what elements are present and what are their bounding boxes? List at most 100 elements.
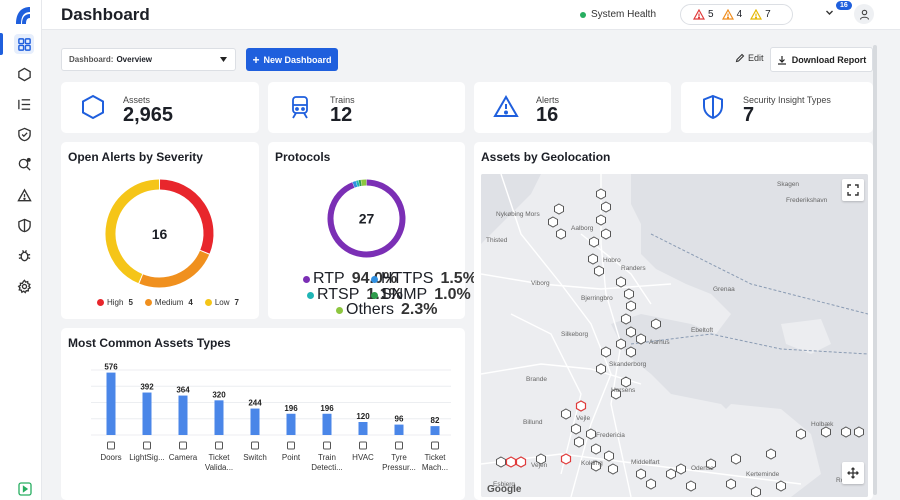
map-canvas[interactable]: Skagen Frederikshavn Nykøbing Mors Thist… [481, 174, 868, 497]
stat-card-alerts[interactable]: Alerts 16 [474, 82, 671, 133]
asset-marker[interactable] [596, 188, 606, 200]
alert-summary-pill[interactable]: 5 4 7 [680, 4, 793, 25]
asset-marker[interactable] [604, 450, 614, 462]
asset-marker[interactable] [796, 428, 806, 440]
asset-marker[interactable] [601, 201, 611, 213]
severity-donut-chart[interactable]: 16 [102, 176, 217, 291]
edit-button[interactable]: Edit [735, 53, 764, 63]
severity-medium-segment[interactable] [139, 250, 210, 288]
asset-marker[interactable] [561, 408, 571, 420]
legend-high[interactable]: High 5 [97, 298, 133, 307]
sidebar-item-assets[interactable] [14, 64, 34, 84]
bar-8[interactable] [394, 424, 404, 435]
asset-marker[interactable] [636, 333, 646, 345]
asset-marker[interactable] [646, 478, 656, 490]
bar-3[interactable] [214, 400, 224, 435]
asset-marker[interactable] [666, 468, 676, 480]
asset-marker[interactable] [626, 326, 636, 338]
asset-marker[interactable] [601, 346, 611, 358]
asset-marker[interactable] [548, 216, 558, 228]
stat-card-assets[interactable]: Assets 2,965 [61, 82, 259, 133]
asset-marker[interactable] [626, 300, 636, 312]
asset-marker[interactable] [591, 443, 601, 455]
asset-marker[interactable] [766, 448, 776, 460]
asset-marker[interactable] [496, 456, 506, 468]
legend-dot-icon [336, 306, 343, 314]
asset-marker[interactable] [621, 376, 631, 388]
sidebar-item-settings[interactable] [14, 276, 34, 296]
alert-asset-marker[interactable] [575, 400, 587, 412]
asset-marker[interactable] [651, 318, 661, 330]
asset-marker[interactable] [686, 480, 696, 492]
asset-marker[interactable] [601, 228, 611, 240]
asset-marker[interactable] [586, 428, 596, 440]
asset-marker[interactable] [616, 276, 626, 288]
asset-marker[interactable] [571, 423, 581, 435]
asset-marker[interactable] [554, 203, 564, 215]
page-scrollbar[interactable] [873, 45, 877, 495]
tyre-pressure-icon [395, 441, 403, 450]
sidebar-item-compliance[interactable] [14, 124, 34, 144]
asset-marker[interactable] [624, 288, 634, 300]
bar-2[interactable] [178, 395, 188, 435]
sidebar-item-vulnerabilities[interactable] [14, 245, 34, 265]
download-report-button[interactable]: Download Report [770, 47, 873, 72]
alert-asset-marker[interactable] [560, 453, 572, 465]
protocols-donut-chart[interactable]: 27 [325, 177, 408, 260]
new-dashboard-button[interactable]: + New Dashboard [246, 48, 338, 71]
fullscreen-button[interactable] [842, 179, 864, 201]
bar-6[interactable] [322, 413, 332, 435]
search-insight-icon [18, 157, 31, 171]
user-avatar[interactable] [854, 4, 874, 24]
asset-marker[interactable] [776, 480, 786, 492]
alert-asset-marker[interactable] [515, 456, 527, 468]
asset-marker[interactable] [616, 338, 626, 350]
bar-4[interactable] [250, 408, 260, 435]
bar-7[interactable] [358, 422, 368, 435]
asset-marker[interactable] [596, 363, 606, 375]
app-logo[interactable] [12, 4, 34, 26]
dashboard-select[interactable]: Dashboard: Overview [61, 48, 236, 71]
chevron-down-icon[interactable] [825, 8, 834, 17]
sidebar-item-dashboard[interactable] [14, 34, 34, 54]
legend-others[interactable]: Others 2.3% [336, 301, 437, 319]
asset-marker[interactable] [589, 236, 599, 248]
asset-marker[interactable] [574, 436, 584, 448]
asset-marker[interactable] [636, 468, 646, 480]
asset-marker[interactable] [676, 463, 686, 475]
legend-low[interactable]: Low 7 [204, 298, 239, 307]
collapse-sidebar-icon[interactable] [18, 482, 32, 496]
asset-marker[interactable] [594, 265, 604, 277]
geolocation-map[interactable]: Skagen Frederikshavn Nykøbing Mors Thist… [481, 174, 868, 497]
bar-5[interactable] [286, 413, 296, 435]
asset-marker[interactable] [588, 253, 598, 265]
asset-marker[interactable] [854, 426, 864, 438]
asset-marker[interactable] [621, 313, 631, 325]
bar-0[interactable] [106, 372, 116, 435]
asset-marker[interactable] [751, 486, 761, 497]
protocol-rtsp-segment[interactable] [356, 180, 360, 187]
sidebar-item-security[interactable] [14, 215, 34, 235]
stat-card-security-insights[interactable]: Security Insight Types 7 [681, 82, 873, 133]
sidebar-item-insights[interactable] [14, 154, 34, 174]
bar-9[interactable] [430, 426, 440, 435]
asset-marker[interactable] [821, 426, 831, 438]
system-health-status[interactable]: System Health [580, 9, 656, 20]
asset-marker[interactable] [556, 228, 566, 240]
sidebar-item-list[interactable] [14, 94, 34, 114]
asset-marker[interactable] [726, 478, 736, 490]
stat-card-trains[interactable]: Trains 12 [268, 82, 465, 133]
asset-marker[interactable] [731, 453, 741, 465]
alert-asset-marker[interactable] [505, 456, 517, 468]
map-pan-button[interactable] [842, 462, 864, 484]
asset-marker[interactable] [841, 426, 851, 438]
legend-medium[interactable]: Medium 4 [144, 298, 193, 307]
protocol-https-segment[interactable] [352, 181, 358, 188]
asset-marker[interactable] [596, 214, 606, 226]
camera-icon [179, 441, 187, 450]
asset-marker[interactable] [608, 463, 618, 475]
bar-1[interactable] [142, 392, 152, 435]
asset-marker[interactable] [626, 346, 636, 358]
asset-types-bar-chart[interactable]: 576 Doors 392 LightSig... 364 Camera 320 Ticket… [61, 355, 465, 500]
sidebar-item-alerts[interactable] [14, 185, 34, 205]
